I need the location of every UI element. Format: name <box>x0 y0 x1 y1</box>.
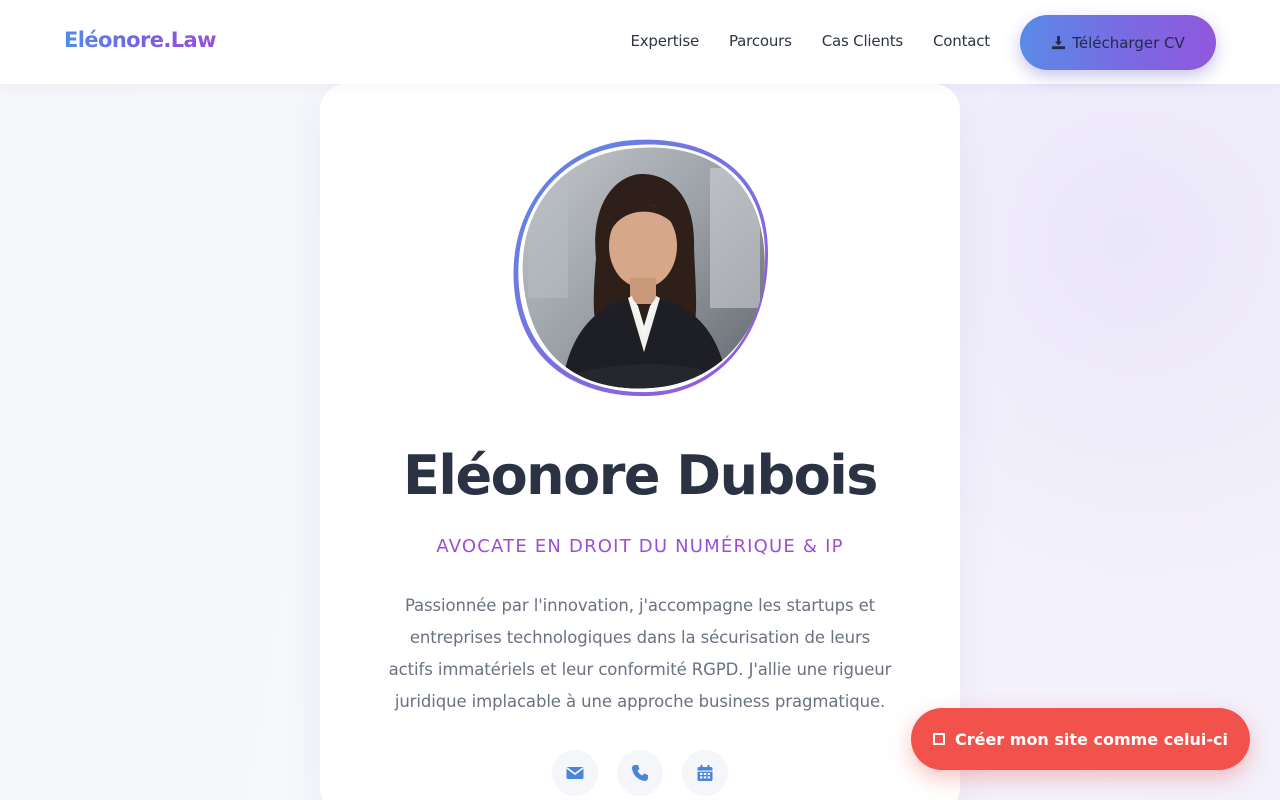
download-cv-button[interactable]: Télécharger CV <box>1020 15 1216 70</box>
profile-name: Eléonore Dubois <box>403 444 878 507</box>
phone-icon <box>632 765 648 781</box>
square-icon <box>932 733 945 745</box>
create-site-label: Créer mon site comme celui-ci <box>954 729 1229 749</box>
email-button[interactable] <box>552 750 598 796</box>
nav-link-expertise[interactable]: Expertise <box>630 32 699 50</box>
create-site-button[interactable]: Créer mon site comme celui-ci <box>911 708 1250 770</box>
nav-link-parcours[interactable]: Parcours <box>729 32 792 50</box>
portrait-photo <box>513 139 768 397</box>
nav-link-cas-clients[interactable]: Cas Clients <box>822 32 903 50</box>
profile-card: Eléonore Dubois AVOCATE EN DROIT DU NUMÉ… <box>320 84 960 800</box>
profile-role: AVOCATE EN DROIT DU NUMÉRIQUE & IP <box>436 536 844 557</box>
contact-actions <box>552 750 728 796</box>
profile-bio: Passionnée par l'innovation, j'accompagn… <box>388 596 892 711</box>
nav-link-contact[interactable]: Contact <box>933 32 990 50</box>
main-nav: Expertise Parcours Cas Clients Contact <box>630 32 990 50</box>
calendar-icon <box>697 764 713 781</box>
calendar-button[interactable] <box>682 750 728 796</box>
site-logo[interactable]: Eléonore.Law <box>64 28 217 52</box>
phone-button[interactable] <box>617 750 663 796</box>
download-cv-label: Télécharger CV <box>1072 33 1185 52</box>
email-icon <box>566 767 584 779</box>
profile-avatar <box>510 138 772 400</box>
download-icon <box>1052 35 1066 50</box>
site-header: Eléonore.Law Expertise Parcours Cas Clie… <box>0 0 1280 84</box>
